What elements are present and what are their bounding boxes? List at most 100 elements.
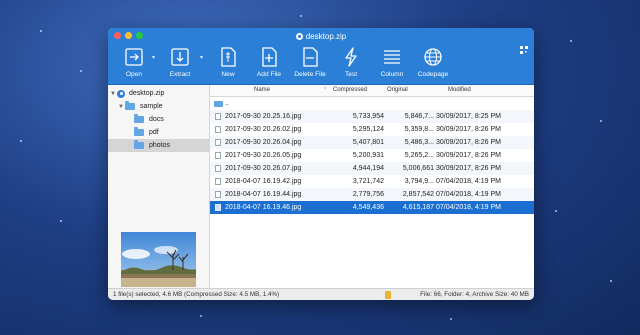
toolbar: Open ▾ Extract ▾ New Add File Delete Fil… bbox=[108, 44, 534, 85]
delete-file-button[interactable]: Delete File bbox=[290, 46, 330, 78]
status-selection: 1 file(s) selected, 4.6 MB (Compressed S… bbox=[113, 291, 280, 298]
file-list: Name ⌃ Compressed Original Modified .. 20… bbox=[210, 85, 534, 288]
delete-file-icon bbox=[303, 47, 318, 67]
disclosure-triangle-icon[interactable]: ▼ bbox=[110, 91, 117, 97]
row-original: 5,846,7... bbox=[404, 113, 434, 120]
column-header-compressed[interactable]: Compressed bbox=[333, 85, 367, 96]
table-row[interactable]: 2017-09-30 20.26.05.jpg 5,200,931 5,265,2.… bbox=[210, 149, 534, 162]
row-original: 5,486,3... bbox=[404, 139, 434, 146]
row-compressed: 2,779,756 bbox=[352, 191, 384, 198]
table-row[interactable]: 2017-09-30 20.26.04.jpg 5,407,801 5,486,3.… bbox=[210, 136, 534, 149]
row-name: 2017-09-30 20.25.16.jpg bbox=[225, 113, 302, 120]
codepage-icon bbox=[424, 48, 442, 66]
row-name: 2017-09-30 20.26.04.jpg bbox=[225, 139, 302, 146]
row-name: 2017-09-30 20.26.07.jpg bbox=[225, 165, 302, 172]
tree-root[interactable]: ▼ desktop.zip bbox=[110, 87, 164, 100]
row-compressed: 5,733,954 bbox=[352, 113, 384, 120]
row-name: 2017-09-30 20.26.05.jpg bbox=[225, 152, 302, 159]
row-compressed: 3,721,742 bbox=[352, 178, 384, 185]
row-modified: 30/09/2017, 8:25 PM bbox=[436, 113, 501, 120]
column-header-name[interactable]: Name bbox=[254, 85, 270, 96]
tree-root-label: desktop.zip bbox=[129, 90, 165, 97]
window-title: desktop.zip bbox=[305, 31, 347, 41]
new-icon bbox=[221, 47, 236, 67]
disclosure-triangle-icon[interactable]: ▼ bbox=[118, 104, 125, 110]
row-name: 2018-04-07 16.19.42.jpg bbox=[225, 178, 302, 185]
tree-folder-label: pdf bbox=[149, 129, 159, 136]
column-header-modified[interactable]: Modified bbox=[448, 85, 471, 96]
archive-info-icon bbox=[385, 291, 391, 299]
delete-file-label: Delete File bbox=[294, 71, 326, 78]
sort-chevron-icon[interactable]: ⌃ bbox=[323, 85, 327, 96]
window-controls bbox=[114, 32, 143, 39]
archive-icon bbox=[117, 89, 125, 98]
archive-icon bbox=[295, 32, 303, 40]
table-row[interactable]: 2017-09-30 20.25.16.jpg 5,733,954 5,846,7.… bbox=[210, 110, 534, 123]
tree-folder-photos[interactable]: photos bbox=[108, 139, 209, 152]
tree-folder-label: docs bbox=[149, 116, 164, 123]
test-icon bbox=[345, 47, 357, 67]
tree-folder-sample[interactable]: ▼ sample bbox=[118, 100, 163, 113]
row-original: 4,615,187 bbox=[402, 204, 434, 211]
file-list-header: Name ⌃ Compressed Original Modified bbox=[210, 85, 534, 97]
zoom-window-button[interactable] bbox=[136, 32, 143, 39]
table-row[interactable]: 2018-04-07 16.19.44.jpg 2,779,756 2,857,54… bbox=[210, 188, 534, 201]
row-original: 2,857,542 bbox=[402, 191, 434, 198]
row-original: 3,794,9... bbox=[404, 178, 434, 185]
test-button[interactable]: Test bbox=[331, 46, 371, 78]
row-compressed: 4,549,436 bbox=[352, 204, 384, 211]
folder-icon bbox=[125, 101, 135, 110]
column-header-original[interactable]: Original bbox=[387, 85, 408, 96]
tree-folder-pdf[interactable]: pdf bbox=[134, 126, 159, 139]
extract-label: Extract bbox=[169, 71, 191, 78]
row-name: 2018-04-07 16.19.46.jpg bbox=[225, 204, 302, 211]
add-file-icon bbox=[262, 47, 277, 67]
row-compressed: 5,407,801 bbox=[352, 139, 384, 146]
new-button[interactable]: New bbox=[208, 46, 248, 78]
row-modified: 30/09/2017, 8:26 PM bbox=[436, 139, 501, 146]
tree-folder-docs[interactable]: docs bbox=[134, 113, 164, 126]
table-row[interactable]: 2017-09-30 20.26.07.jpg 4,944,194 5,006,66… bbox=[210, 162, 534, 175]
minimize-window-button[interactable] bbox=[125, 32, 132, 39]
extract-dropdown-icon[interactable]: ▾ bbox=[200, 54, 203, 61]
extract-button[interactable]: Extract bbox=[160, 46, 200, 78]
codepage-label: Codepage bbox=[417, 71, 449, 78]
image-file-icon bbox=[215, 204, 221, 211]
row-name: .. bbox=[225, 100, 229, 107]
row-name: 2018-04-07 16.19.44.jpg bbox=[225, 191, 302, 198]
column-button[interactable]: Column bbox=[372, 46, 412, 78]
status-bar: 1 file(s) selected, 4.6 MB (Compressed S… bbox=[108, 288, 534, 300]
open-button[interactable]: Open bbox=[114, 46, 154, 78]
image-file-icon bbox=[215, 178, 221, 185]
qr-icon[interactable] bbox=[520, 46, 528, 54]
row-modified: 30/09/2017, 8:26 PM bbox=[436, 165, 501, 172]
image-file-icon bbox=[215, 191, 221, 198]
folder-icon bbox=[134, 140, 144, 149]
row-original: 5,265,2... bbox=[404, 152, 434, 159]
title-bar[interactable]: desktop.zip bbox=[108, 28, 534, 44]
table-row[interactable]: 2017-09-30 20.26.02.jpg 5,295,124 5,359,8.… bbox=[210, 123, 534, 136]
image-file-icon bbox=[215, 126, 221, 133]
table-row[interactable]: 2018-04-07 16.19.42.jpg 3,721,742 3,794,9.… bbox=[210, 175, 534, 188]
open-dropdown-icon[interactable]: ▾ bbox=[152, 54, 155, 61]
close-window-button[interactable] bbox=[114, 32, 121, 39]
row-compressed: 5,200,931 bbox=[352, 152, 384, 159]
image-file-icon bbox=[215, 113, 221, 120]
row-modified: 07/04/2018, 4:19 PM bbox=[436, 191, 501, 198]
new-label: New bbox=[221, 71, 235, 78]
folder-icon bbox=[134, 127, 144, 136]
row-compressed: 5,295,124 bbox=[352, 126, 384, 133]
column-icon bbox=[384, 50, 400, 64]
row-modified: 07/04/2018, 4:19 PM bbox=[436, 178, 501, 185]
row-original: 5,359,8... bbox=[404, 126, 434, 133]
row-modified: 30/09/2017, 8:26 PM bbox=[436, 126, 501, 133]
parent-folder-row[interactable]: .. bbox=[210, 97, 534, 110]
table-row[interactable]: 2018-04-07 16.19.46.jpg 4,549,436 4,615,18… bbox=[210, 201, 534, 214]
codepage-button[interactable]: Codepage bbox=[413, 46, 453, 78]
tree-folder-label: photos bbox=[149, 142, 171, 149]
open-label: Open bbox=[125, 71, 143, 78]
image-file-icon bbox=[215, 139, 221, 146]
row-original: 5,006,661 bbox=[402, 165, 434, 172]
status-archive-info: File: 66, Folder: 4, Archive Size: 40 MB bbox=[420, 291, 529, 298]
add-file-button[interactable]: Add File bbox=[249, 46, 289, 78]
